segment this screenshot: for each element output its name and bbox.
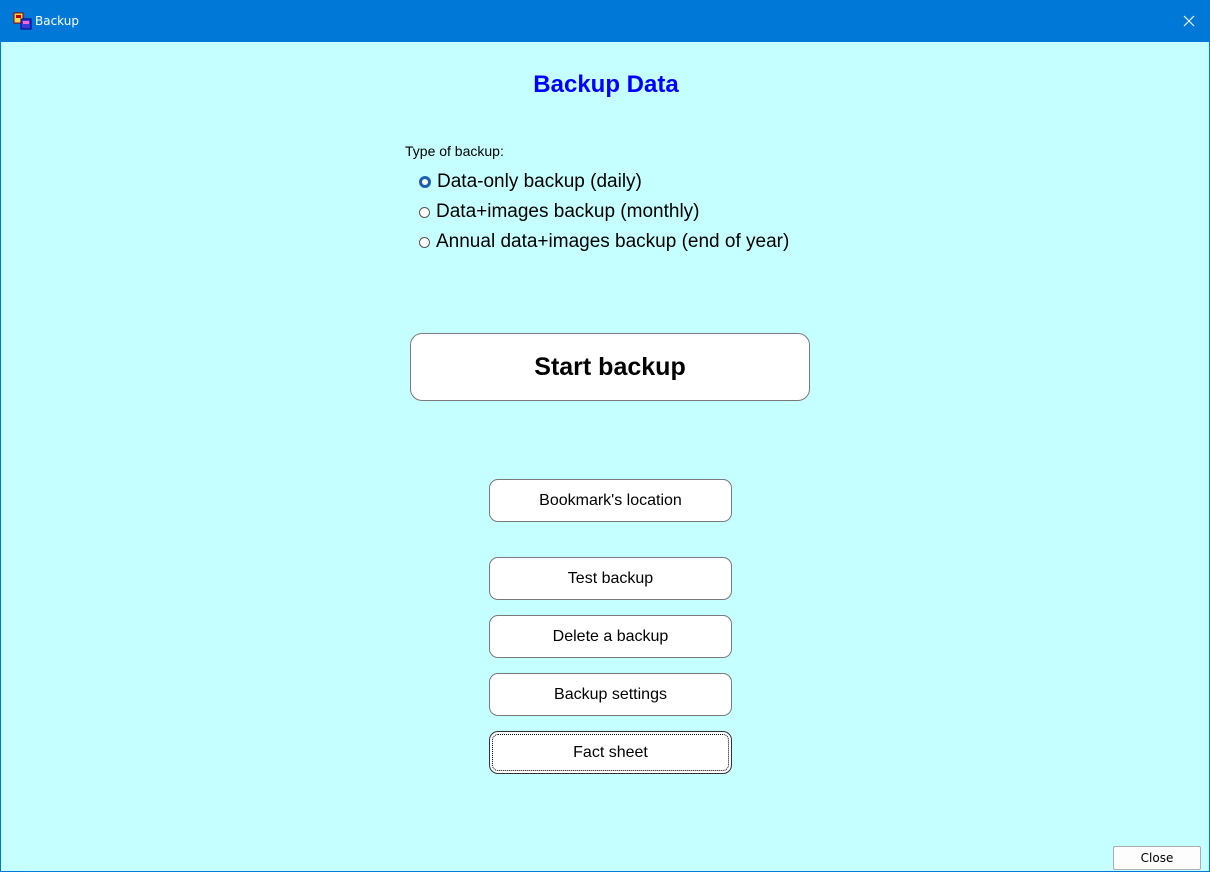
backup-settings-button[interactable]: Backup settings <box>489 673 732 716</box>
radio-data-only[interactable]: Data-only backup (daily) <box>419 169 642 195</box>
radio-label: Data+images backup (monthly) <box>436 201 700 222</box>
radio-button[interactable] <box>419 236 430 248</box>
close-button[interactable]: Close <box>1113 846 1201 870</box>
radio-button-selected[interactable] <box>419 176 431 188</box>
radio-label: Data-only backup (daily) <box>437 171 642 192</box>
radio-label: Annual data+images backup (end of year) <box>436 231 790 252</box>
window-close-button[interactable] <box>1169 0 1209 42</box>
backup-app-icon <box>13 12 32 30</box>
page-title: Backup Data <box>533 71 679 98</box>
radio-button[interactable] <box>419 206 430 218</box>
radio-data-images[interactable]: Data+images backup (monthly) <box>419 199 700 225</box>
close-icon <box>1183 15 1195 27</box>
backup-type-label: Type of backup: <box>405 143 504 159</box>
delete-backup-button[interactable]: Delete a backup <box>489 615 732 658</box>
backup-window: Backup Backup Data Type of backup: Data-… <box>0 0 1210 872</box>
test-backup-button[interactable]: Test backup <box>489 557 732 600</box>
fact-sheet-button[interactable]: Fact sheet <box>489 731 732 774</box>
start-backup-button[interactable]: Start backup <box>410 333 810 401</box>
title-bar: Backup <box>1 0 1210 42</box>
window-title: Backup <box>35 14 79 28</box>
bookmarks-location-button[interactable]: Bookmark's location <box>489 479 732 522</box>
radio-annual[interactable]: Annual data+images backup (end of year) <box>419 229 789 255</box>
